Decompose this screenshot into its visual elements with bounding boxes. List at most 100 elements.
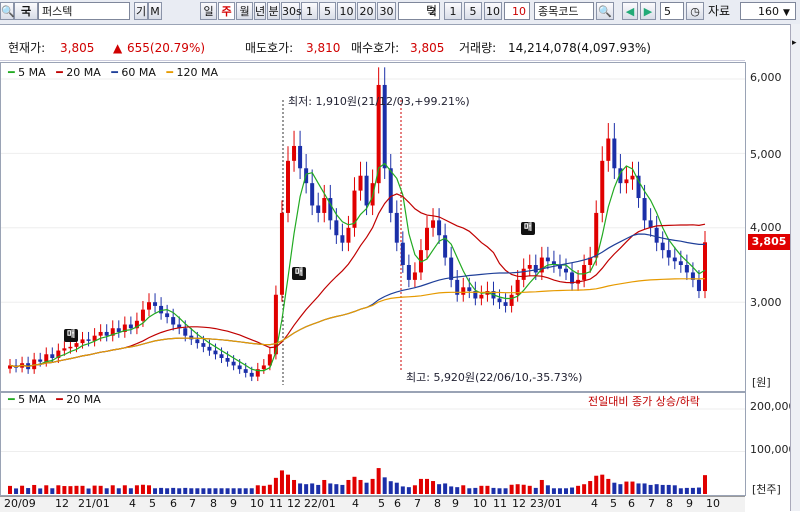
- volume-bar: [140, 484, 145, 494]
- volume-bar: [443, 483, 448, 494]
- volume-bar: [358, 479, 363, 494]
- volume-bar: [509, 484, 514, 494]
- candle-body: [201, 343, 206, 347]
- buy-signal-marker[interactable]: 매: [292, 267, 306, 280]
- volume-bar: [618, 484, 623, 494]
- date-tick: 11: [269, 497, 283, 510]
- date-tick: 12: [512, 497, 526, 510]
- volume-bar: [425, 478, 429, 494]
- volume-bar: [225, 488, 230, 494]
- ma120-line: [9, 278, 706, 368]
- volume-bar: [237, 488, 242, 494]
- volume-bar: [267, 484, 272, 494]
- volume-bar: [412, 485, 417, 494]
- candle-body: [425, 227, 429, 251]
- volume-bar: [588, 481, 593, 494]
- candle-body: [213, 350, 218, 355]
- volume-bar: [322, 479, 327, 494]
- candle-body: [527, 265, 532, 269]
- candle-body: [171, 317, 176, 325]
- buy-signal-marker[interactable]: 매: [64, 329, 78, 342]
- candle-body: [50, 354, 55, 358]
- volume-bar: [437, 484, 442, 494]
- volume-bar: [261, 485, 266, 494]
- date-tick: 5: [378, 497, 385, 510]
- panel-toggle-icon[interactable]: ▸: [792, 38, 797, 48]
- candle-body: [346, 227, 351, 243]
- volume-bar: [74, 485, 79, 494]
- volume-bar: [195, 488, 200, 494]
- side-scrollbar[interactable]: ▸: [790, 24, 800, 511]
- candle-body: [98, 331, 103, 336]
- volume-bar: [515, 484, 520, 494]
- candle-body: [38, 359, 43, 362]
- price-unit: [원]: [752, 376, 771, 389]
- volume-bar: [503, 488, 508, 494]
- candle-body: [684, 265, 689, 273]
- volume-bar: [564, 488, 568, 494]
- volume-bar: [44, 485, 49, 494]
- date-tick: 20/09: [4, 497, 36, 510]
- candle-body: [594, 212, 599, 258]
- date-tick: 12: [287, 497, 301, 510]
- volume-bar: [177, 488, 182, 494]
- candle-body: [461, 287, 466, 295]
- candle-body: [672, 257, 677, 262]
- volume-bar: [654, 484, 659, 494]
- volume-bar: [630, 481, 635, 494]
- volume-bar: [346, 479, 351, 494]
- candle-body: [292, 145, 297, 161]
- candle-body: [624, 179, 629, 184]
- volume-bar: [62, 486, 67, 494]
- candle-body: [237, 365, 242, 370]
- candle-body: [183, 328, 188, 336]
- volume-bar: [684, 487, 689, 494]
- vol-legend-ma20: ━ 20 MA: [56, 393, 101, 406]
- candle-body: [449, 257, 454, 280]
- volume-bar: [418, 478, 423, 494]
- candle-body: [80, 339, 85, 344]
- candle-body: [225, 358, 230, 362]
- volume-bar: [570, 487, 575, 494]
- candle-body: [195, 339, 200, 344]
- volume-bar: [219, 488, 224, 494]
- volume-bar: [594, 475, 599, 494]
- candle-body: [479, 294, 484, 299]
- candle-body: [358, 175, 363, 191]
- volume-bar: [497, 488, 502, 494]
- buy-signal-marker[interactable]: 매: [521, 222, 535, 235]
- volume-bar: [86, 488, 91, 494]
- volume-bar: [189, 488, 194, 494]
- volume-bar: [328, 483, 333, 494]
- candle-body: [642, 198, 647, 221]
- volume-bar: [165, 488, 170, 494]
- volume-bar: [273, 477, 278, 494]
- volume-bar: [14, 488, 19, 494]
- volume-bar: [624, 481, 629, 494]
- volume-bar: [557, 488, 562, 494]
- candle-body: [582, 265, 587, 280]
- volume-bar: [92, 485, 97, 494]
- candle-body: [44, 354, 49, 362]
- volume-title: 전일대비 종가 상승/하락: [588, 395, 700, 408]
- date-tick: 4: [591, 497, 598, 510]
- volume-bar: [467, 488, 472, 494]
- volume-bar: [243, 488, 248, 494]
- candle-body: [153, 302, 158, 306]
- candle-body: [545, 257, 550, 262]
- volume-bar: [370, 478, 375, 494]
- date-tick: 7: [189, 497, 196, 510]
- volume-bar: [406, 487, 411, 494]
- volume-bar: [292, 479, 297, 494]
- volume-bar: [279, 470, 284, 494]
- volume-bar: [8, 485, 12, 494]
- volume-bar: [171, 487, 176, 494]
- candle-body: [207, 346, 212, 351]
- volume-bar: [394, 482, 399, 494]
- candle-body: [231, 361, 236, 366]
- legend-ma20: ━ 20 MA: [56, 66, 101, 79]
- ma60-line: [9, 233, 705, 368]
- volume-bar: [122, 485, 127, 494]
- candle-body: [140, 309, 145, 321]
- volume-bar: [539, 479, 544, 494]
